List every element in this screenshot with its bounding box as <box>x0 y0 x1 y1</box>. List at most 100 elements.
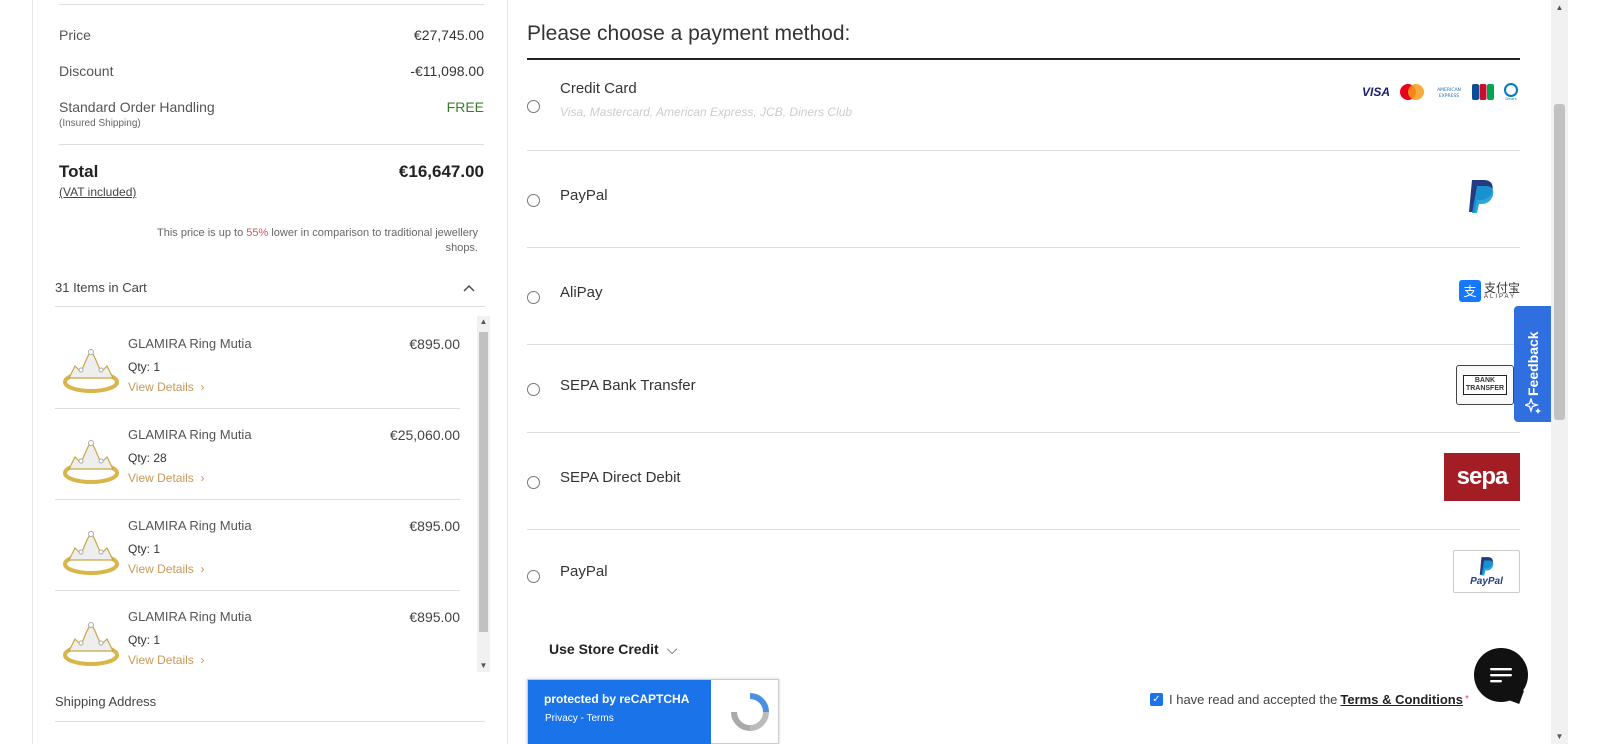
divider <box>55 721 485 722</box>
radio-paypal[interactable] <box>527 194 540 207</box>
recaptcha-links[interactable]: Privacy - Terms <box>545 713 614 724</box>
handling-sub: (Insured Shipping) <box>59 118 141 129</box>
card-brands-icon: VISA AMERICAN EXPRESS Diners <box>1362 83 1520 101</box>
svg-text:EXPRESS: EXPRESS <box>1439 93 1459 99</box>
divider <box>59 4 484 5</box>
jcb-icon <box>1472 84 1494 100</box>
handling-row: Standard Order Handling FREE <box>59 99 484 115</box>
alipay-logo-sub: ALIPAY <box>1483 294 1517 300</box>
feedback-tab[interactable]: Feedback <box>1514 306 1551 422</box>
method-label: PayPal <box>560 187 608 204</box>
menu-lines-icon <box>1490 668 1512 683</box>
compare-pre: This price is up to <box>156 227 247 239</box>
item-price: €895.00 <box>409 609 460 625</box>
recaptcha-text-panel: protected by reCAPTCHA Privacy - Terms <box>528 680 711 744</box>
radio-paypal-alt[interactable] <box>527 570 540 583</box>
cart-item: GLAMIRA Ring Mutia €25,060.00 Qty: 28 Vi… <box>55 409 460 500</box>
item-price: €25,060.00 <box>389 427 460 443</box>
ring-thumbnail <box>63 439 119 484</box>
payment-option-paypal-alt[interactable]: PayPal PayPal <box>527 530 1520 620</box>
paypal-mark-icon <box>1479 557 1493 576</box>
scroll-thumb[interactable] <box>1554 104 1565 420</box>
item-qty: Qty: 1 <box>128 633 161 647</box>
chevron-right-icon: › <box>197 653 205 667</box>
cart-item: GLAMIRA Ring Mutia €895.00 Qty: 1 View D… <box>55 591 460 672</box>
recaptcha-line1: protected by reCAPTCHA <box>544 692 690 706</box>
method-label: SEPA Bank Transfer <box>560 377 696 394</box>
handling-label: Standard Order Handling <box>59 99 215 115</box>
alipay-icon: 支 支付宝 ALIPAY <box>1458 280 1520 302</box>
svg-text:Diners: Diners <box>1505 97 1516 101</box>
view-details-link[interactable]: View Details › <box>128 653 205 667</box>
chevron-up-icon[interactable] <box>463 280 475 295</box>
cart-scrollbar[interactable]: ▲ ▼ <box>477 316 490 672</box>
feedback-label: Feedback <box>1525 331 1541 396</box>
payment-option-sepa-bank-transfer[interactable]: SEPA Bank Transfer BANK TRANSFER <box>527 345 1520 433</box>
item-name: GLAMIRA Ring Mutia <box>128 609 252 624</box>
item-price: €895.00 <box>409 336 460 352</box>
cart-toggle[interactable]: 31 Items in Cart <box>55 280 475 295</box>
chat-button[interactable] <box>1474 648 1528 702</box>
shipping-address-heading: Shipping Address <box>55 694 157 709</box>
total-label: Total <box>59 162 99 181</box>
order-summary: Price €27,745.00 Discount -€11,098.00 St… <box>32 0 508 744</box>
cart-item: GLAMIRA Ring Mutia €895.00 Qty: 1 View D… <box>55 318 460 409</box>
bank-transfer-logo-text: BANK TRANSFER <box>1463 375 1507 395</box>
total-row: Total €16,647.00 <box>59 162 484 182</box>
paypal-logo-text: PayPal <box>1470 576 1503 587</box>
sepa-logo-text: sepa <box>1456 463 1509 490</box>
bank-transfer-icon: BANK TRANSFER <box>1456 365 1514 405</box>
method-label: PayPal <box>560 563 608 580</box>
cart-item: GLAMIRA Ring Mutia €895.00 Qty: 1 View D… <box>55 500 460 591</box>
price-row: Price €27,745.00 <box>59 27 484 43</box>
store-credit-label: Use Store Credit <box>549 641 659 657</box>
item-qty: Qty: 1 <box>128 360 161 374</box>
vat-link[interactable]: (VAT included) <box>59 185 136 199</box>
svg-text:AMERICAN: AMERICAN <box>1437 87 1461 93</box>
item-price: €895.00 <box>409 518 460 534</box>
cart-items-list: GLAMIRA Ring Mutia €895.00 Qty: 1 View D… <box>55 318 495 672</box>
sparkle-icon <box>1525 398 1541 414</box>
terms-agreement: ✓ I have read and accepted the Terms & C… <box>1150 692 1469 707</box>
discount-label: Discount <box>59 63 114 79</box>
payment-option-alipay[interactable]: AliPay 支 支付宝 ALIPAY <box>527 248 1520 345</box>
paypal-icon <box>1469 180 1494 213</box>
ring-thumbnail <box>63 348 119 393</box>
radio-credit-card[interactable] <box>527 100 540 113</box>
payment-option-credit-card[interactable]: Credit Card Visa, Mastercard, American E… <box>527 60 1520 151</box>
terms-checkbox[interactable]: ✓ <box>1150 693 1163 706</box>
radio-alipay[interactable] <box>527 291 540 304</box>
payment-option-paypal[interactable]: PayPal <box>527 151 1520 248</box>
terms-link[interactable]: Terms & Conditions <box>1340 692 1463 707</box>
payment-option-sepa-direct-debit[interactable]: SEPA Direct Debit sepa <box>527 433 1520 530</box>
scroll-down-arrow[interactable]: ▼ <box>477 660 490 672</box>
method-label: AliPay <box>560 284 603 301</box>
recaptcha-badge[interactable]: protected by reCAPTCHA Privacy - Terms <box>527 679 779 744</box>
use-store-credit-toggle[interactable]: Use Store Credit ⌵ <box>549 641 677 658</box>
page-scrollbar[interactable]: ▲ ▼ <box>1551 0 1568 744</box>
chevron-right-icon: › <box>197 380 205 394</box>
view-details-label: View Details <box>128 653 194 667</box>
compare-post: lower in comparison to traditional jewel… <box>268 227 478 254</box>
alipay-logo-text: 支付宝 <box>1483 281 1520 295</box>
alipay-mark-icon: 支 <box>1458 280 1481 302</box>
view-details-label: View Details <box>128 562 194 576</box>
chevron-right-icon: › <box>197 471 205 485</box>
view-details-link[interactable]: View Details › <box>128 380 205 394</box>
view-details-link[interactable]: View Details › <box>128 471 205 485</box>
scroll-up-arrow[interactable]: ▲ <box>1551 3 1568 12</box>
ring-thumbnail <box>63 530 119 575</box>
scroll-thumb[interactable] <box>479 332 488 632</box>
visa-icon: VISA <box>1361 85 1390 99</box>
compare-percent: 55% <box>246 227 269 239</box>
price-label: Price <box>59 27 91 43</box>
total-value: €16,647.00 <box>398 162 484 181</box>
scroll-down-arrow[interactable]: ▼ <box>1551 732 1568 741</box>
scroll-up-arrow[interactable]: ▲ <box>477 316 490 328</box>
divider <box>55 306 485 307</box>
view-details-link[interactable]: View Details › <box>128 562 205 576</box>
radio-sepa-bank-transfer[interactable] <box>527 383 540 396</box>
method-label: SEPA Direct Debit <box>560 469 681 486</box>
handling-value: FREE <box>446 99 484 115</box>
radio-sepa-direct-debit[interactable] <box>527 476 540 489</box>
